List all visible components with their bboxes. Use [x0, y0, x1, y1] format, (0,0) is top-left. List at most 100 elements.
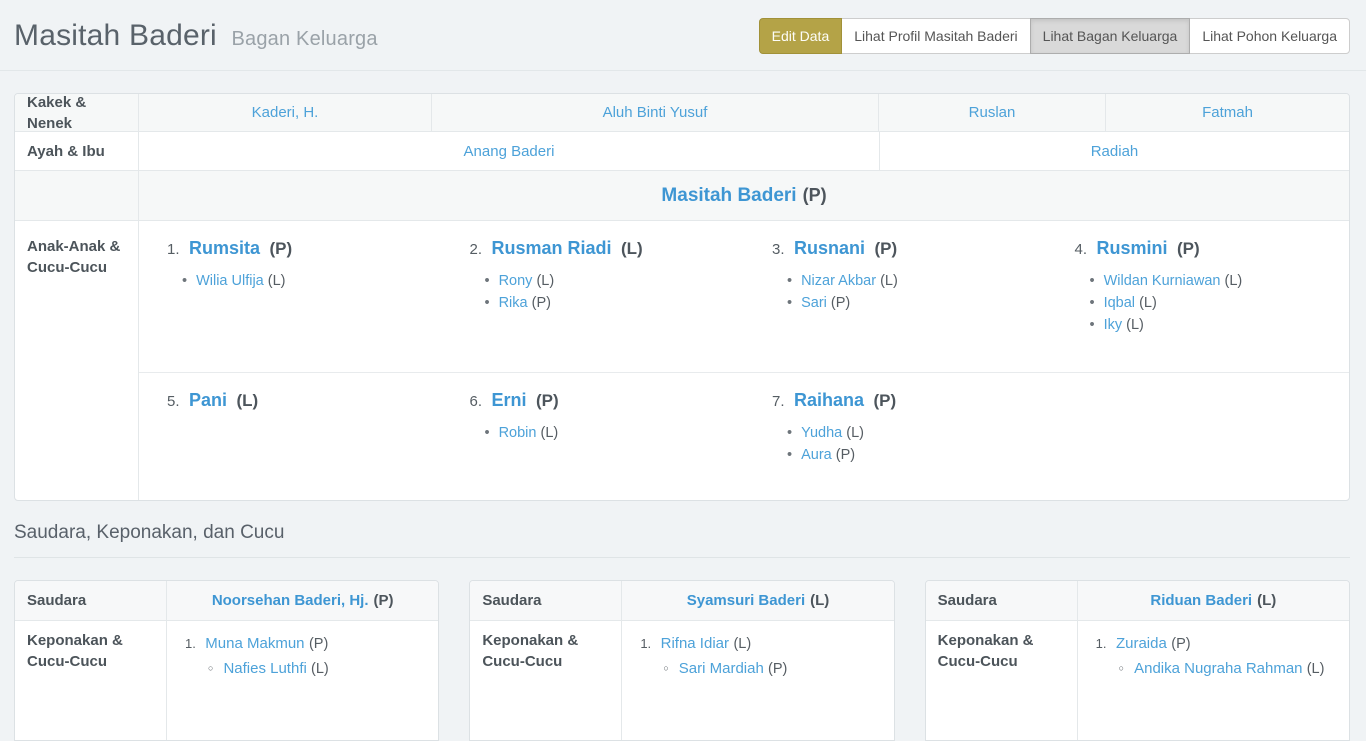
nephew-link[interactable]: Muna Makmun: [205, 635, 304, 652]
child-block: 5. Pani (L): [139, 373, 442, 500]
grandchild-link[interactable]: Wildan Kurniawan: [1104, 273, 1221, 289]
grandparent-cell: Aluh Binti Yusuf: [431, 94, 878, 131]
child-gender: (P): [874, 239, 897, 258]
child-heading: 5. Pani (L): [167, 390, 430, 411]
nephew-child-link[interactable]: Andika Nugraha Rahman: [1134, 660, 1302, 677]
nephews-label: Keponakan & Cucu-Cucu: [15, 621, 166, 740]
grandparent-link[interactable]: Aluh Binti Yusuf: [603, 104, 708, 121]
sibling-link[interactable]: Syamsuri Baderi: [687, 592, 805, 609]
nephew-child-gender: (L): [311, 661, 329, 677]
nephew-number: 1.: [185, 636, 196, 651]
children-label: Anak-Anak & Cucu-Cucu: [15, 221, 138, 500]
sibling-card: Saudara Syamsuri Baderi (L) Keponakan & …: [469, 580, 894, 741]
nephew-link[interactable]: Zuraida: [1116, 635, 1167, 652]
nephews-cell: 1. Muna Makmun (P) Nafies Luthfi (L): [166, 621, 438, 740]
nephew-child-item: Nafies Luthfi (L): [208, 657, 428, 680]
sibling-name-cell: Noorsehan Baderi, Hj. (P): [166, 581, 438, 620]
sibling-header-row: Saudara Noorsehan Baderi, Hj. (P): [15, 581, 438, 620]
view-family-chart-button[interactable]: Lihat Bagan Keluarga: [1030, 18, 1191, 54]
page-subtitle: Bagan Keluarga: [231, 28, 377, 50]
child-link[interactable]: Rusnani: [794, 238, 865, 258]
child-gender: (P): [536, 391, 559, 410]
grandchild-link[interactable]: Aura: [801, 447, 832, 463]
grandchild-item: Robin (L): [485, 422, 733, 444]
nephew-children-list: Sari Mardiah (P): [640, 657, 883, 680]
sibling-gender: (P): [374, 592, 394, 609]
nephews-row: Keponakan & Cucu-Cucu 1. Muna Makmun (P)…: [15, 620, 438, 740]
child-number: 1.: [167, 241, 180, 258]
self-gender: (P): [803, 185, 827, 206]
child-block: 1. Rumsita (P) Wilia Ulfija (L): [139, 221, 442, 372]
edit-data-button[interactable]: Edit Data: [759, 18, 843, 54]
sibling-label: Saudara: [15, 581, 166, 620]
grandchild-item: Sari (P): [787, 292, 1035, 314]
grandchild-link[interactable]: Wilia Ulfija: [196, 273, 264, 289]
nephew-gender: (P): [309, 636, 328, 652]
child-link[interactable]: Rusman Riadi: [491, 238, 611, 258]
grandchild-link[interactable]: Rony: [499, 273, 533, 289]
grandchild-item: Iqbal (L): [1090, 292, 1338, 314]
grandchild-link[interactable]: Rika: [499, 295, 528, 311]
sibling-name-cell: Riduan Baderi (L): [1077, 581, 1349, 620]
nephew-link[interactable]: Rifna Idiar: [661, 635, 729, 652]
grandparent-link[interactable]: Kaderi, H.: [252, 104, 319, 121]
grandparents-row: Kakek & Nenek Kaderi, H. Aluh Binti Yusu…: [15, 94, 1349, 131]
grandchild-link[interactable]: Nizar Akbar: [801, 273, 876, 289]
page-title: Masitah Baderi: [14, 19, 217, 52]
grandchild-gender: (L): [1224, 273, 1242, 289]
grandchild-link[interactable]: Sari: [801, 295, 827, 311]
nephew-number: 1.: [1096, 636, 1107, 651]
siblings-section-heading: Saudara, Keponakan, dan Cucu: [14, 522, 1350, 558]
grandchild-gender: (L): [880, 273, 898, 289]
child-gender: (L): [236, 391, 258, 410]
children-grid-row-2: 5. Pani (L) 6. Erni (P) Robin (L): [139, 372, 1349, 500]
child-number: 2.: [470, 241, 483, 258]
mother-link[interactable]: Radiah: [1091, 143, 1139, 160]
father-link[interactable]: Anang Baderi: [464, 143, 555, 160]
child-link[interactable]: Pani: [189, 390, 227, 410]
child-link[interactable]: Raihana: [794, 390, 864, 410]
child-number: 4.: [1075, 241, 1088, 258]
grandchild-link[interactable]: Iky: [1104, 317, 1123, 333]
sibling-link[interactable]: Riduan Baderi: [1150, 592, 1252, 609]
action-button-group: Edit Data Lihat Profil Masitah Baderi Li…: [759, 18, 1350, 54]
grandparent-link[interactable]: Fatmah: [1202, 104, 1253, 121]
grandchild-item: Rony (L): [485, 270, 733, 292]
sibling-link[interactable]: Noorsehan Baderi, Hj.: [212, 592, 369, 609]
child-number: 6.: [470, 393, 483, 410]
grandchild-gender: (L): [846, 425, 864, 441]
grandchild-link[interactable]: Robin: [499, 425, 537, 441]
children-row: Anak-Anak & Cucu-Cucu 1. Rumsita (P) Wil…: [15, 220, 1349, 500]
child-link[interactable]: Rumsita: [189, 238, 260, 258]
grandchild-link[interactable]: Yudha: [801, 425, 842, 441]
child-heading: 2. Rusman Riadi (L): [470, 238, 733, 259]
mother-cell: Radiah: [879, 132, 1349, 170]
nephew-child-link[interactable]: Sari Mardiah: [679, 660, 764, 677]
grandparent-cell: Ruslan: [878, 94, 1105, 131]
sibling-gender: (L): [1257, 592, 1276, 609]
self-link[interactable]: Masitah Baderi: [661, 185, 796, 207]
grandparents-label: Kakek & Nenek: [15, 94, 138, 131]
nephew-gender: (P): [1171, 636, 1190, 652]
child-number: 5.: [167, 393, 180, 410]
nephew-child-link[interactable]: Nafies Luthfi: [223, 660, 306, 677]
view-profile-button[interactable]: Lihat Profil Masitah Baderi: [841, 18, 1030, 54]
view-family-tree-button[interactable]: Lihat Pohon Keluarga: [1189, 18, 1350, 54]
grandchild-link[interactable]: Iqbal: [1104, 295, 1135, 311]
nephew-children-list: Nafies Luthfi (L): [185, 657, 428, 680]
child-link[interactable]: Rusmini: [1096, 238, 1167, 258]
nephews-cell: 1. Zuraida (P) Andika Nugraha Rahman (L): [1077, 621, 1349, 740]
child-gender: (L): [621, 239, 643, 258]
child-gender: (P): [269, 239, 292, 258]
child-heading: 6. Erni (P): [470, 390, 733, 411]
child-number: 7.: [772, 393, 785, 410]
father-cell: Anang Baderi: [138, 132, 879, 170]
nephew-item: 1. Muna Makmun (P) Nafies Luthfi (L): [185, 635, 428, 680]
grandparent-link[interactable]: Ruslan: [969, 104, 1016, 121]
self-row: Masitah Baderi (P): [15, 170, 1349, 220]
child-heading: 3. Rusnani (P): [772, 238, 1035, 259]
child-block: 2. Rusman Riadi (L) Rony (L) Rika (P): [442, 221, 745, 372]
nephew-children-list: Andika Nugraha Rahman (L): [1096, 657, 1339, 680]
child-link[interactable]: Erni: [491, 390, 526, 410]
grandchildren-list: Robin (L): [470, 422, 733, 444]
